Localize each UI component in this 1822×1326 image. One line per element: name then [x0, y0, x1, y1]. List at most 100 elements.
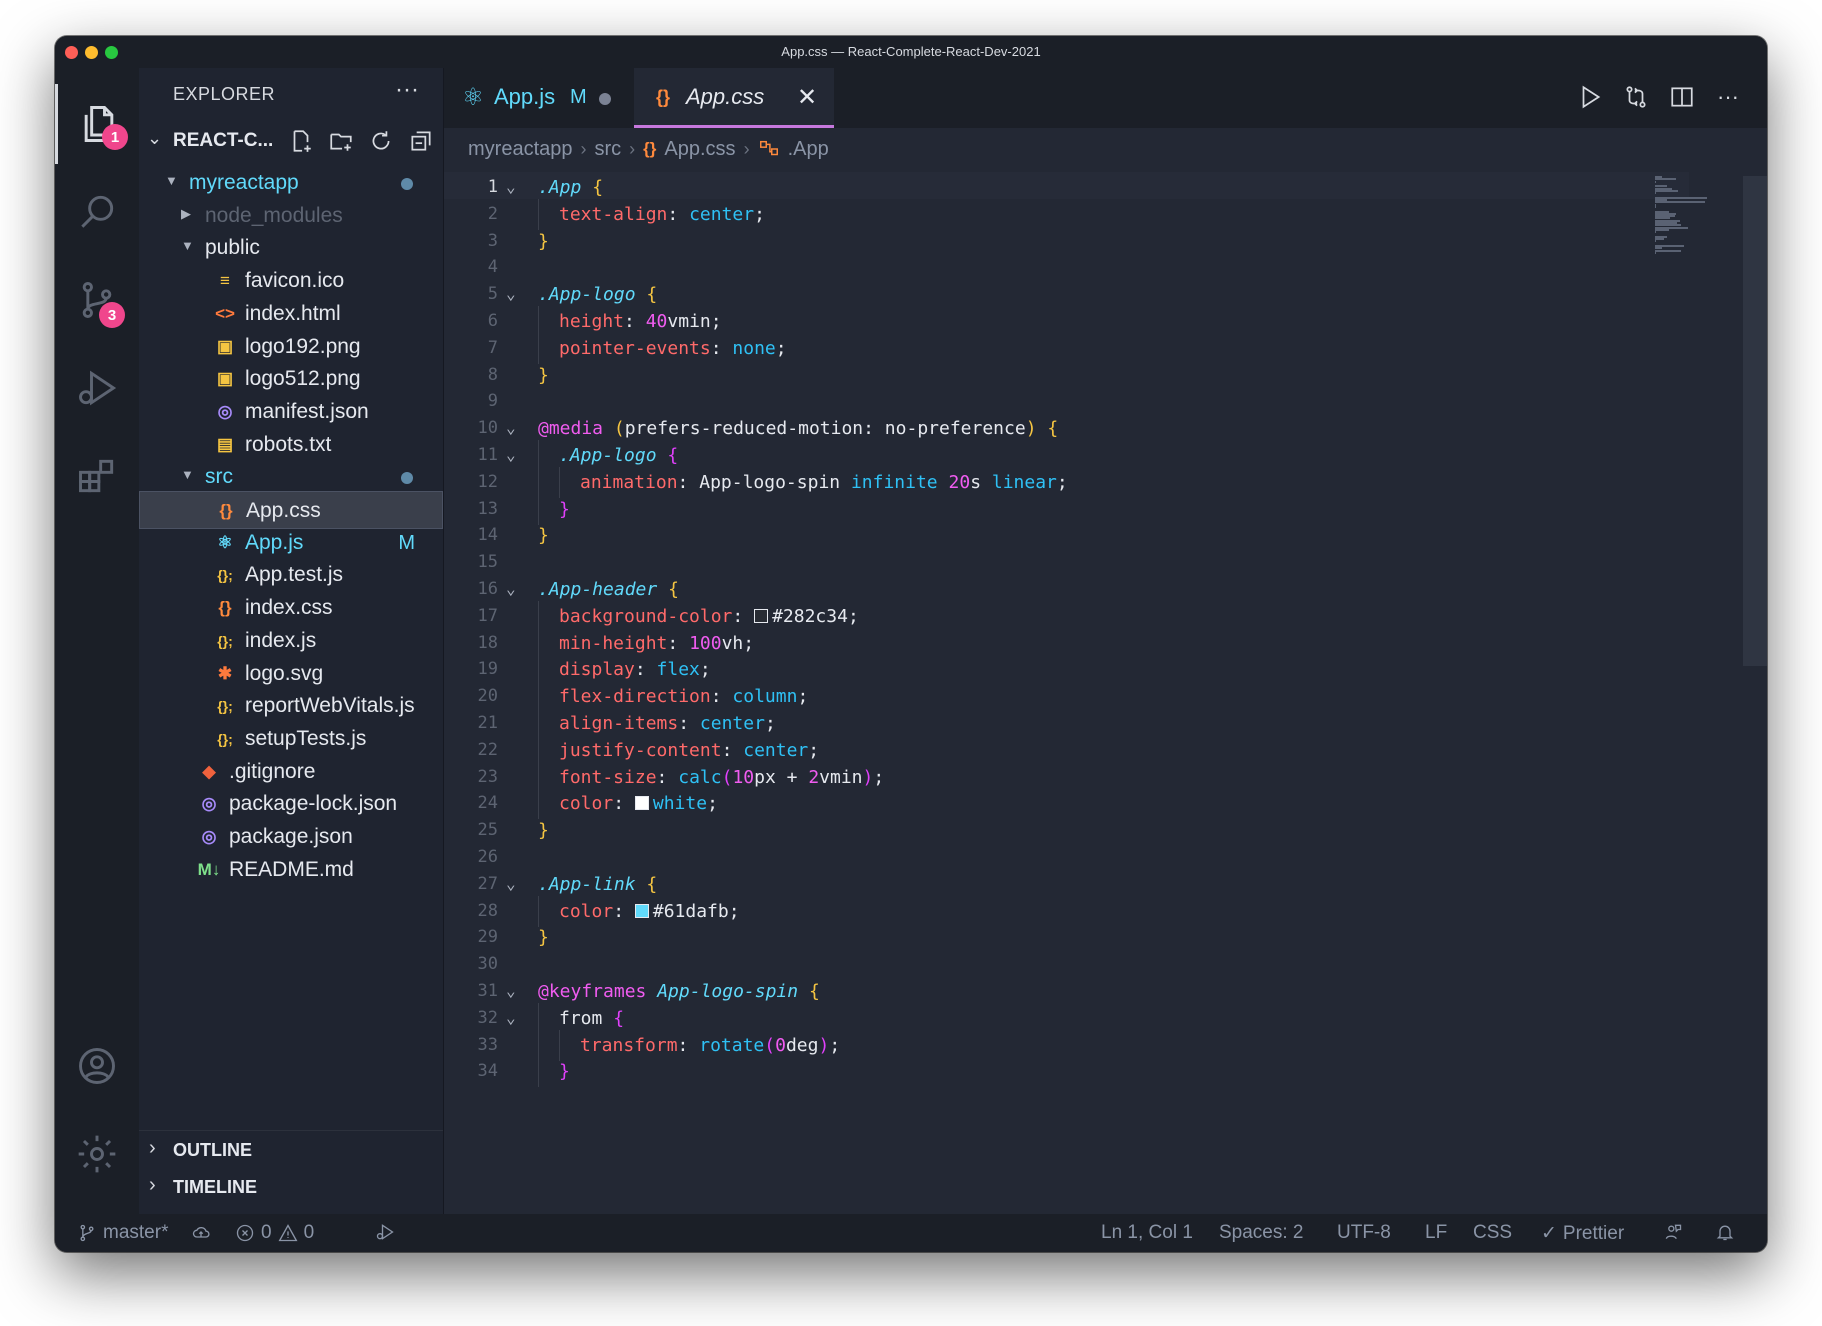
code-line[interactable]: 26 [444, 842, 1689, 869]
breadcrumb-file[interactable]: App.css [664, 138, 735, 161]
code-line[interactable]: 3} [444, 226, 1689, 253]
code-line[interactable]: 20 flex-direction: column; [444, 681, 1689, 713]
editor-actions: ··· [1575, 82, 1743, 112]
code-line[interactable]: 32 ⌄ from { [444, 1002, 1689, 1034]
problems-status[interactable]: 0 0 [235, 1222, 314, 1244]
code-line[interactable]: 28 color: #61dafb; [444, 895, 1689, 927]
code-line[interactable]: 30 [444, 949, 1689, 976]
feedback-status[interactable] [1663, 1222, 1683, 1242]
refresh-button[interactable] [365, 126, 397, 156]
tree-item-label: README.md [229, 857, 354, 881]
code-line[interactable]: 11 ⌄ .App-logo { [444, 440, 1689, 471]
compare-changes-button[interactable] [1621, 82, 1651, 112]
code-line[interactable]: 8} [444, 360, 1689, 387]
tab-app-js[interactable]: ⚛ App.js M [444, 68, 634, 128]
fold-chevron-icon[interactable]: ⌄ [506, 579, 516, 598]
code-line[interactable]: 19 display: flex; [444, 654, 1689, 686]
run-debug-activity[interactable] [55, 348, 139, 428]
close-tab-icon[interactable]: ✕ [794, 84, 820, 111]
file-item[interactable]: M↓ README.md [139, 851, 443, 889]
code-line[interactable]: 31 ⌄ @keyframes App-logo-spin { [444, 976, 1689, 1003]
code-line[interactable]: 1 ⌄ .App { [444, 172, 1689, 199]
code-line[interactable]: 12 animation: App-logo-spin infinite 20s … [444, 466, 1689, 498]
breadcrumb-symbol[interactable]: .App [788, 138, 829, 161]
code-line[interactable]: 17 background-color: #282c34; [444, 600, 1689, 632]
tab-app-js-label: App.js [494, 84, 556, 109]
source-control-activity[interactable]: 3 [55, 260, 139, 340]
sync-status[interactable] [191, 1222, 211, 1242]
new-file-button[interactable] [285, 126, 317, 156]
language-status[interactable]: CSS [1473, 1222, 1512, 1244]
split-editor-button[interactable] [1667, 82, 1697, 112]
code-text: text-align: center; [559, 203, 765, 225]
color-swatch[interactable] [634, 796, 649, 811]
editor-scrollbar[interactable] [1743, 176, 1767, 666]
eol-status[interactable]: LF [1425, 1222, 1447, 1244]
fold-chevron-icon[interactable]: ⌄ [506, 1008, 516, 1027]
explorer-activity[interactable]: 1 [55, 84, 139, 164]
code-line[interactable]: 34} [444, 1056, 1689, 1088]
project-section-header[interactable]: ⌄ REACT-C... [139, 120, 443, 160]
code-text: animation: App-logo-spin infinite 20s li… [580, 471, 1068, 493]
minimap[interactable] [1655, 176, 1707, 256]
timeline-section[interactable]: › TIMELINE [139, 1168, 443, 1206]
code-line[interactable]: 29} [444, 922, 1689, 949]
more-editor-actions-button[interactable]: ··· [1713, 82, 1743, 112]
collapse-all-button[interactable] [405, 126, 437, 156]
color-swatch[interactable] [634, 903, 649, 918]
branch-status[interactable]: master* [77, 1222, 168, 1244]
code-line[interactable]: 23 font-size: calc(10px + 2vmin); [444, 761, 1689, 793]
search-activity[interactable] [55, 172, 139, 252]
error-icon [236, 1224, 254, 1242]
breadcrumb-src[interactable]: src [595, 138, 622, 161]
code-line[interactable]: 7 pointer-events: none; [444, 332, 1689, 364]
fold-chevron-icon[interactable]: ⌄ [506, 445, 516, 464]
code-line[interactable]: 16 ⌄ .App-header { [444, 574, 1689, 601]
code-line[interactable]: 13} [444, 493, 1689, 525]
minimap-line [1655, 228, 1670, 231]
fold-chevron-icon[interactable]: ⌄ [506, 874, 516, 893]
code-line[interactable]: 10 ⌄ @media (prefers-reduced-motion: no-pr… [444, 413, 1689, 440]
code-line[interactable]: 2 text-align: center; [444, 198, 1689, 230]
cursor-position-status[interactable]: Ln 1, Col 1 [1101, 1222, 1193, 1244]
live-share-status[interactable] [375, 1222, 395, 1242]
encoding-status[interactable]: UTF-8 [1337, 1222, 1391, 1244]
indentation-status[interactable]: Spaces: 2 [1219, 1222, 1304, 1244]
code-text: } [559, 498, 570, 520]
run-button[interactable] [1575, 82, 1605, 112]
more-actions-icon[interactable]: ··· [395, 76, 419, 104]
line-number: 2 [487, 203, 498, 224]
code-editor[interactable]: 1 ⌄ .App {2 text-align: center; 3} 4 5 ⌄ .App-lo… [444, 172, 1689, 1214]
code-line[interactable]: 22 justify-content: center; [444, 734, 1689, 766]
prettier-status[interactable]: ✓ Prettier [1541, 1222, 1624, 1245]
accounts-activity[interactable] [55, 1026, 139, 1106]
code-line[interactable]: 18 min-height: 100vh; [444, 627, 1689, 659]
breadcrumb-folder[interactable]: myreactapp [468, 138, 573, 161]
fold-chevron-icon[interactable]: ⌄ [506, 177, 516, 196]
code-text: justify-content: center; [559, 739, 820, 761]
fold-chevron-icon[interactable]: ⌄ [506, 981, 516, 1000]
tab-app-css[interactable]: {} App.css ✕ [634, 68, 834, 128]
notifications-status[interactable] [1715, 1222, 1735, 1242]
code-line[interactable]: 6 height: 40vmin; [444, 306, 1689, 337]
code-line[interactable]: 24 color: white; [444, 788, 1689, 820]
code-line[interactable]: 15 [444, 547, 1689, 574]
color-swatch[interactable] [754, 608, 769, 623]
code-line[interactable]: 14} [444, 520, 1689, 547]
fold-chevron-icon[interactable]: ⌄ [506, 284, 516, 303]
manage-activity[interactable] [55, 1114, 139, 1194]
fold-chevron-icon[interactable]: ⌄ [506, 418, 516, 437]
code-line[interactable]: 25} [444, 815, 1689, 842]
new-folder-button[interactable] [325, 126, 357, 156]
code-line[interactable]: 27 ⌄ .App-link { [444, 869, 1689, 896]
code-line[interactable]: 5 ⌄ .App-logo { [444, 279, 1689, 306]
code-line[interactable]: 9 [444, 386, 1689, 413]
minimap-line [1655, 251, 1657, 254]
code-line[interactable]: 4 [444, 252, 1689, 279]
code-line[interactable]: 33 transform: rotate(0deg); [444, 1029, 1689, 1061]
code-text: .App-logo { [538, 284, 658, 306]
tree-item-label: manifest.json [245, 399, 369, 423]
outline-section[interactable]: › OUTLINE [139, 1130, 443, 1168]
extensions-activity[interactable] [55, 436, 139, 516]
code-line[interactable]: 21 align-items: center; [444, 708, 1689, 739]
